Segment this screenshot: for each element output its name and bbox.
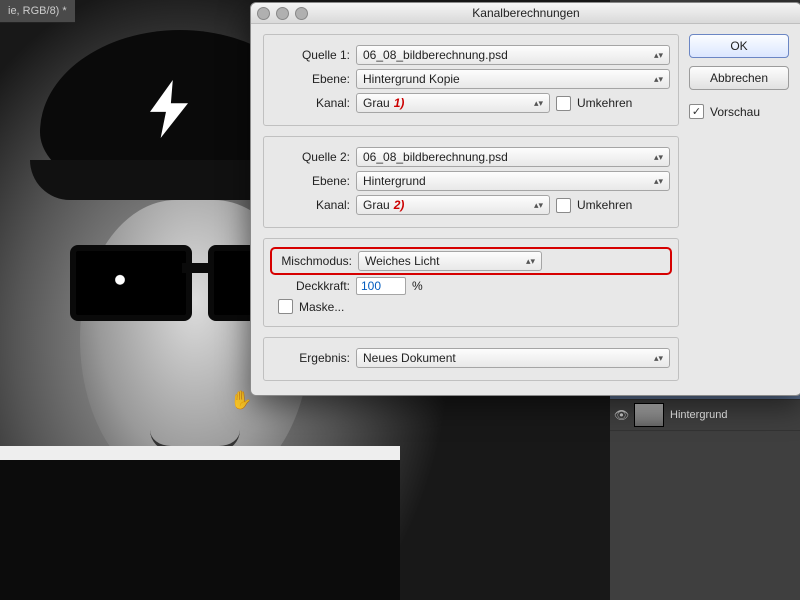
blend-row-highlight: Mischmodus: Weiches Licht ▴▾ <box>272 249 670 273</box>
result-group: Ergebnis: Neues Dokument ▴▾ <box>263 337 679 381</box>
source1-layer-select[interactable]: Hintergrund Kopie ▴▾ <box>356 69 670 89</box>
opacity-input[interactable]: 100 <box>356 277 406 295</box>
source1-layer-label: Ebene: <box>272 72 350 86</box>
layer-name: Hintergrund <box>670 409 727 421</box>
dialog-title: Kanalberechnungen <box>251 3 800 24</box>
source1-label: Quelle 1: <box>272 48 350 62</box>
source2-group: Quelle 2: 06_08_bildberechnung.psd ▴▾ Eb… <box>263 136 679 228</box>
chevron-updown-icon: ▴▾ <box>534 201 543 209</box>
layer-thumbnail <box>634 403 664 427</box>
source1-file-value: 06_08_bildberechnung.psd <box>363 48 508 62</box>
source2-layer-select[interactable]: Hintergrund ▴▾ <box>356 171 670 191</box>
result-value: Neues Dokument <box>363 351 456 365</box>
visibility-toggle-icon[interactable]: 👁 <box>614 408 628 422</box>
window-traffic-lights <box>257 7 308 20</box>
annotation-2: 2) <box>394 198 405 212</box>
blend-label: Mischmodus: <box>274 254 352 268</box>
source2-channel-value: Grau <box>363 198 390 212</box>
source2-layer-label: Ebene: <box>272 174 350 188</box>
source2-channel-label: Kanal: <box>272 198 350 212</box>
source1-file-select[interactable]: 06_08_bildberechnung.psd ▴▾ <box>356 45 670 65</box>
chevron-updown-icon: ▴▾ <box>654 153 663 161</box>
chevron-updown-icon: ▴▾ <box>654 177 663 185</box>
source2-channel-select[interactable]: Grau 2) ▴▾ <box>356 195 550 215</box>
layer-row[interactable]: 👁 Hintergrund <box>610 400 800 431</box>
document-titlebar: ie, RGB/8) * <box>0 0 75 23</box>
mask-checkbox[interactable] <box>278 299 293 314</box>
preview-label: Vorschau <box>710 105 760 119</box>
chevron-updown-icon: ▴▾ <box>654 354 663 362</box>
source2-invert-label: Umkehren <box>577 198 632 212</box>
result-label: Ergebnis: <box>272 351 350 365</box>
source2-file-value: 06_08_bildberechnung.psd <box>363 150 508 164</box>
minimize-icon[interactable] <box>276 7 289 20</box>
ok-button[interactable]: OK <box>689 34 789 58</box>
opacity-label: Deckkraft: <box>272 279 350 293</box>
source2-layer-value: Hintergrund <box>363 174 426 188</box>
preview-checkbox[interactable] <box>689 104 704 119</box>
result-select[interactable]: Neues Dokument ▴▾ <box>356 348 670 368</box>
blend-mode-value: Weiches Licht <box>365 254 439 268</box>
source2-file-select[interactable]: 06_08_bildberechnung.psd ▴▾ <box>356 147 670 167</box>
cancel-button[interactable]: Abbrechen <box>689 66 789 90</box>
chevron-updown-icon: ▴▾ <box>654 51 663 59</box>
source1-channel-label: Kanal: <box>272 96 350 110</box>
source2-invert-checkbox[interactable] <box>556 198 571 213</box>
blend-group: Mischmodus: Weiches Licht ▴▾ Deckkraft: … <box>263 238 679 327</box>
hand-cursor-icon: ✋ <box>230 390 252 411</box>
mask-label: Maske... <box>299 300 344 314</box>
source1-invert-checkbox[interactable] <box>556 96 571 111</box>
annotation-1: 1) <box>394 96 405 110</box>
blend-mode-select[interactable]: Weiches Licht ▴▾ <box>358 251 542 271</box>
portrait-jacket <box>0 446 400 600</box>
source1-invert-label: Umkehren <box>577 96 632 110</box>
chevron-updown-icon: ▴▾ <box>534 99 543 107</box>
percent-sign: % <box>412 279 423 293</box>
zoom-icon[interactable] <box>295 7 308 20</box>
source1-channel-value: Grau <box>363 96 390 110</box>
calculations-dialog: Kanalberechnungen Quelle 1: 06_08_bildbe… <box>250 2 800 396</box>
source2-label: Quelle 2: <box>272 150 350 164</box>
source1-layer-value: Hintergrund Kopie <box>363 72 460 86</box>
dialog-side-buttons: OK Abbrechen Vorschau <box>689 34 789 381</box>
source1-channel-select[interactable]: Grau 1) ▴▾ <box>356 93 550 113</box>
source1-group: Quelle 1: 06_08_bildberechnung.psd ▴▾ Eb… <box>263 34 679 126</box>
chevron-updown-icon: ▴▾ <box>654 75 663 83</box>
close-icon[interactable] <box>257 7 270 20</box>
chevron-updown-icon: ▴▾ <box>526 257 535 265</box>
